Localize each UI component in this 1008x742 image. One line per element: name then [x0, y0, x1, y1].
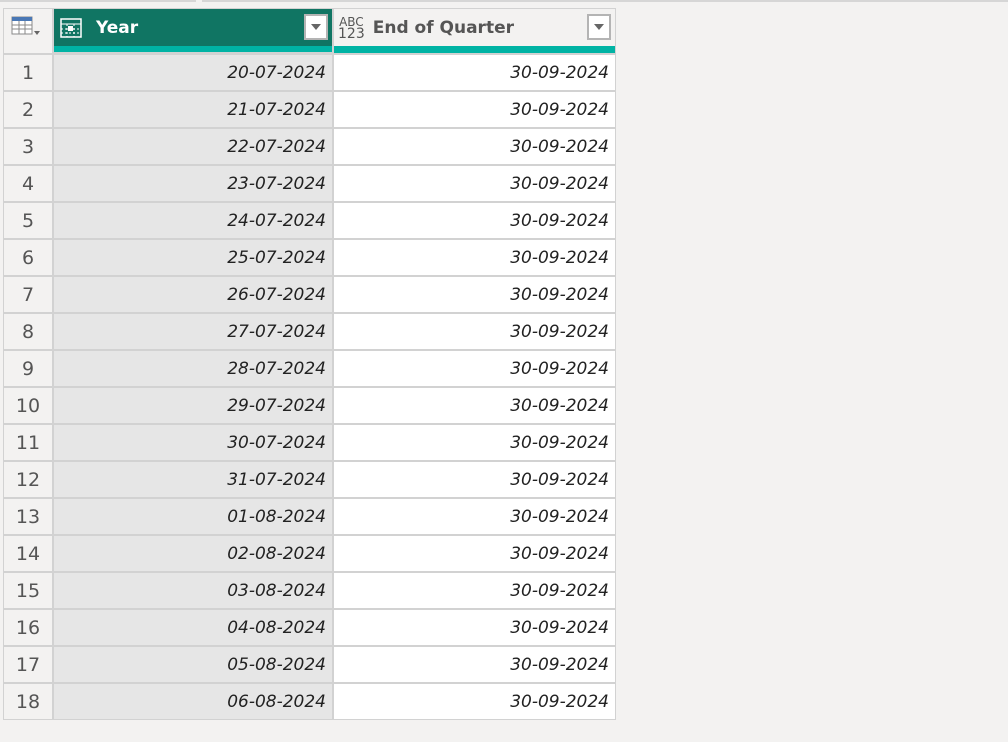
- table-row[interactable]: 8 27-07-2024 30-09-2024: [4, 312, 615, 349]
- cell-year[interactable]: 06-08-2024: [54, 684, 334, 719]
- cell-year[interactable]: 28-07-2024: [54, 351, 334, 386]
- cell-year[interactable]: 01-08-2024: [54, 499, 334, 534]
- column-header-year[interactable]: Year: [54, 9, 334, 46]
- any-type-icon[interactable]: ABC 123: [338, 16, 365, 41]
- cell-year[interactable]: 29-07-2024: [54, 388, 334, 423]
- table-row[interactable]: 18 06-08-2024 30-09-2024: [4, 682, 615, 719]
- table-row[interactable]: 11 30-07-2024 30-09-2024: [4, 423, 615, 460]
- table-row[interactable]: 6 25-07-2024 30-09-2024: [4, 238, 615, 275]
- cell-end-of-quarter[interactable]: 30-09-2024: [334, 536, 615, 571]
- filter-dropdown-button[interactable]: [587, 14, 611, 40]
- cell-year[interactable]: 30-07-2024: [54, 425, 334, 460]
- end-of-quarter-quality-bar: [334, 46, 615, 53]
- cell-year[interactable]: 05-08-2024: [54, 647, 334, 682]
- cell-end-of-quarter[interactable]: 30-09-2024: [334, 425, 615, 460]
- row-number[interactable]: 5: [4, 203, 54, 238]
- cell-year[interactable]: 24-07-2024: [54, 203, 334, 238]
- cell-end-of-quarter[interactable]: 30-09-2024: [334, 277, 615, 312]
- data-grid: Year ABC 123 End of Quarter 1 20-07-2024 3…: [3, 8, 616, 720]
- row-number[interactable]: 1: [4, 55, 54, 90]
- row-number[interactable]: 10: [4, 388, 54, 423]
- cell-end-of-quarter[interactable]: 30-09-2024: [334, 351, 615, 386]
- row-number[interactable]: 12: [4, 462, 54, 497]
- cell-end-of-quarter[interactable]: 30-09-2024: [334, 129, 615, 164]
- column-name: Year: [96, 17, 139, 38]
- filter-dropdown-button[interactable]: [304, 14, 328, 40]
- row-number[interactable]: 9: [4, 351, 54, 386]
- cell-end-of-quarter[interactable]: 30-09-2024: [334, 462, 615, 497]
- cell-year[interactable]: 27-07-2024: [54, 314, 334, 349]
- row-number[interactable]: 17: [4, 647, 54, 682]
- top-border: [0, 0, 1008, 2]
- row-number[interactable]: 8: [4, 314, 54, 349]
- column-quality-bar: [4, 46, 615, 53]
- cell-year[interactable]: 22-07-2024: [54, 129, 334, 164]
- table-row[interactable]: 10 29-07-2024 30-09-2024: [4, 386, 615, 423]
- row-number[interactable]: 11: [4, 425, 54, 460]
- cell-end-of-quarter[interactable]: 30-09-2024: [334, 314, 615, 349]
- cell-end-of-quarter[interactable]: 30-09-2024: [334, 55, 615, 90]
- row-number[interactable]: 7: [4, 277, 54, 312]
- row-number[interactable]: 2: [4, 92, 54, 127]
- table-row[interactable]: 4 23-07-2024 30-09-2024: [4, 164, 615, 201]
- cell-end-of-quarter[interactable]: 30-09-2024: [334, 610, 615, 645]
- table-row[interactable]: 12 31-07-2024 30-09-2024: [4, 460, 615, 497]
- table-row[interactable]: 2 21-07-2024 30-09-2024: [4, 90, 615, 127]
- cell-end-of-quarter[interactable]: 30-09-2024: [334, 240, 615, 275]
- cell-year[interactable]: 20-07-2024: [54, 55, 334, 90]
- table-row[interactable]: 15 03-08-2024 30-09-2024: [4, 571, 615, 608]
- chevron-down-icon: [594, 24, 604, 30]
- table-icon: [11, 16, 40, 35]
- year-quality-bar: [54, 46, 334, 53]
- cell-year[interactable]: 03-08-2024: [54, 573, 334, 608]
- row-number[interactable]: 16: [4, 610, 54, 645]
- table-row[interactable]: 1 20-07-2024 30-09-2024: [4, 53, 615, 90]
- column-name: End of Quarter: [372, 17, 514, 38]
- chevron-down-icon: [311, 24, 321, 30]
- row-number[interactable]: 3: [4, 129, 54, 164]
- cell-end-of-quarter[interactable]: 30-09-2024: [334, 647, 615, 682]
- table-row[interactable]: 9 28-07-2024 30-09-2024: [4, 349, 615, 386]
- grid-header: Year ABC 123 End of Quarter: [4, 9, 615, 46]
- cell-end-of-quarter[interactable]: 30-09-2024: [334, 499, 615, 534]
- cell-year[interactable]: 31-07-2024: [54, 462, 334, 497]
- row-number[interactable]: 14: [4, 536, 54, 571]
- cell-end-of-quarter[interactable]: 30-09-2024: [334, 92, 615, 127]
- cell-end-of-quarter[interactable]: 30-09-2024: [334, 388, 615, 423]
- cell-end-of-quarter[interactable]: 30-09-2024: [334, 166, 615, 201]
- cell-end-of-quarter[interactable]: 30-09-2024: [334, 684, 615, 719]
- table-row[interactable]: 3 22-07-2024 30-09-2024: [4, 127, 615, 164]
- row-number[interactable]: 6: [4, 240, 54, 275]
- row-number[interactable]: 13: [4, 499, 54, 534]
- row-number[interactable]: 15: [4, 573, 54, 608]
- table-column-icon: [60, 17, 82, 39]
- cell-year[interactable]: 02-08-2024: [54, 536, 334, 571]
- table-row[interactable]: 14 02-08-2024 30-09-2024: [4, 534, 615, 571]
- table-row[interactable]: 7 26-07-2024 30-09-2024: [4, 275, 615, 312]
- cell-year[interactable]: 21-07-2024: [54, 92, 334, 127]
- cell-year[interactable]: 23-07-2024: [54, 166, 334, 201]
- cell-year[interactable]: 25-07-2024: [54, 240, 334, 275]
- table-row[interactable]: 5 24-07-2024 30-09-2024: [4, 201, 615, 238]
- cell-year[interactable]: 04-08-2024: [54, 610, 334, 645]
- cell-end-of-quarter[interactable]: 30-09-2024: [334, 573, 615, 608]
- row-number[interactable]: 18: [4, 684, 54, 719]
- table-row[interactable]: 16 04-08-2024 30-09-2024: [4, 608, 615, 645]
- table-row[interactable]: 13 01-08-2024 30-09-2024: [4, 497, 615, 534]
- row-number[interactable]: 4: [4, 166, 54, 201]
- chevron-down-icon: [34, 31, 40, 35]
- table-row[interactable]: 17 05-08-2024 30-09-2024: [4, 645, 615, 682]
- table-menu-button[interactable]: [4, 9, 54, 46]
- cell-end-of-quarter[interactable]: 30-09-2024: [334, 203, 615, 238]
- column-header-end-of-quarter[interactable]: ABC 123 End of Quarter: [334, 9, 615, 46]
- cell-year[interactable]: 26-07-2024: [54, 277, 334, 312]
